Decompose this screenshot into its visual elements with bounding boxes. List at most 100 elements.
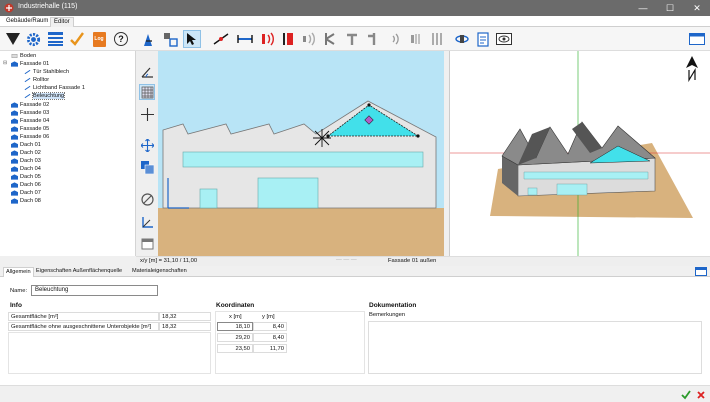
vertex-marker[interactable]	[326, 134, 330, 138]
info-table-body	[8, 332, 211, 374]
coord-x-cell[interactable]: 23,50	[217, 344, 253, 353]
object-tree: ⊟ Boden Fassade 01 Tür Stahlblech Rollto…	[0, 51, 136, 256]
check-icon[interactable]	[68, 30, 86, 48]
t-profile-icon[interactable]	[365, 30, 383, 48]
coord-y-cell[interactable]: 8,40	[253, 322, 287, 331]
filter-icon[interactable]	[4, 30, 22, 48]
tree-item-dach-08[interactable]: Dach 08	[11, 197, 41, 205]
facade-icon	[11, 126, 18, 132]
coord-x-cell[interactable]: 18,10	[217, 322, 253, 331]
expand-toggle[interactable]: ⊟	[3, 60, 7, 66]
remarks-label: Bemerkungen	[369, 312, 406, 318]
tree-item-boden[interactable]: Boden	[11, 52, 36, 60]
log-button[interactable]: Log	[90, 30, 108, 48]
export-icon[interactable]	[139, 235, 155, 251]
dimension-line-icon[interactable]	[236, 30, 254, 48]
tree-item-lichtband[interactable]: Lichtband Fassade 1	[24, 84, 85, 92]
panel-toggle-icon[interactable]	[688, 30, 706, 48]
list-icon[interactable]	[46, 30, 64, 48]
tree-item-dach-04[interactable]: Dach 04	[11, 165, 41, 173]
tree-item-fassade-04[interactable]: Fassade 04	[11, 117, 49, 125]
line-draw-icon[interactable]	[212, 30, 230, 48]
grid-icon[interactable]	[139, 84, 155, 100]
facade-icon	[11, 61, 18, 67]
tree-item-beleuchtung[interactable]: Beleuchtung	[24, 92, 66, 100]
layers-icon[interactable]	[139, 159, 155, 175]
coords-table	[215, 311, 365, 374]
splitter-handle[interactable]: — — —	[336, 257, 357, 263]
minimize-button[interactable]: —	[636, 2, 650, 14]
panel-toggle-icon[interactable]	[695, 267, 707, 276]
coord-x-cell[interactable]: 29,20	[217, 333, 253, 342]
coords-header-y: y [m]	[262, 314, 275, 320]
settings-gear-icon[interactable]	[24, 30, 42, 48]
facade-icon	[11, 134, 18, 140]
tree-item-dach-05[interactable]: Dach 05	[11, 173, 41, 181]
remarks-textarea[interactable]	[368, 321, 702, 374]
tree-item-dach-06[interactable]: Dach 06	[11, 181, 41, 189]
select-cursor-icon[interactable]	[183, 30, 201, 48]
wave-small-icon[interactable]	[387, 30, 405, 48]
tab-gebaeude-raum[interactable]: Gebäude/Raum	[3, 17, 51, 27]
tree-item-dach-03[interactable]: Dach 03	[11, 157, 41, 165]
info-label-cell: Gesamtfläche ohne ausgeschnittene Untero…	[8, 322, 159, 331]
coord-y-cell[interactable]: 8,40	[253, 333, 287, 342]
barrier-icon[interactable]	[321, 30, 339, 48]
move-arrows-icon[interactable]	[139, 137, 155, 153]
tree-item-rolltor[interactable]: Rolltor	[24, 76, 49, 84]
coord-y-cell[interactable]: 11,70	[253, 344, 287, 353]
roof-icon	[11, 150, 18, 156]
tree-item-fassade-01[interactable]: Fassade 01	[11, 60, 49, 68]
tree-item-fassade-03[interactable]: Fassade 03	[11, 109, 49, 117]
vertex-marker[interactable]	[416, 134, 420, 138]
rotate-icon[interactable]	[453, 30, 471, 48]
maximize-button[interactable]: ☐	[663, 2, 677, 14]
tree-item-tuer[interactable]: Tür Stahlblech	[24, 68, 69, 76]
angle-tool-icon[interactable]	[139, 64, 155, 80]
title-bar: Industriehalle (115) — ☐ ✕	[0, 0, 710, 16]
facade-icon	[11, 118, 18, 124]
lines-icon[interactable]	[428, 30, 446, 48]
coords-header-x: x [m]	[229, 314, 242, 320]
view-eye-icon[interactable]	[495, 30, 513, 48]
vertex-marker[interactable]	[367, 103, 371, 107]
help-button[interactable]: ?	[112, 30, 130, 48]
skylight-band-3d	[523, 171, 649, 180]
cancel-x-icon[interactable]	[696, 390, 706, 400]
status-bar: x/y [m] = 31,10 / 11,00 — — — Fassade 01…	[136, 256, 710, 266]
document-icon[interactable]	[474, 30, 492, 48]
beam-icon[interactable]	[343, 30, 361, 48]
name-input[interactable]: Beleuchtung	[31, 285, 158, 296]
tree-item-fassade-06[interactable]: Fassade 06	[11, 133, 49, 141]
tab-eigenschaften[interactable]: Eigenschaften Außenflächenquelle	[34, 267, 124, 277]
model-3d-view[interactable]	[449, 51, 710, 256]
axis-icon[interactable]	[139, 214, 155, 230]
tab-materialeigenschaften[interactable]: Materialeigenschaften	[130, 267, 189, 277]
sound-source-red-icon[interactable]	[259, 30, 277, 48]
tree-item-dach-02[interactable]: Dach 02	[11, 149, 41, 157]
wall-source-icon[interactable]	[279, 30, 297, 48]
tab-editor[interactable]: Editor	[50, 17, 74, 27]
skylight-band	[182, 151, 424, 168]
door-3d	[527, 187, 538, 196]
tree-item-fassade-05[interactable]: Fassade 05	[11, 125, 49, 133]
building-tool-icon[interactable]	[139, 30, 157, 48]
receiver-icon[interactable]	[407, 30, 425, 48]
shape-tool-icon[interactable]	[161, 30, 179, 48]
sound-wave-gray-icon[interactable]	[300, 30, 318, 48]
info-label-cell: Gesamtfläche [m²]	[8, 312, 159, 321]
roof-icon	[11, 174, 18, 180]
tab-allgemein[interactable]: Allgemein	[3, 267, 34, 277]
ground	[158, 208, 444, 256]
close-button[interactable]: ✕	[690, 2, 704, 14]
ok-check-icon[interactable]	[681, 390, 691, 400]
info-value-cell: 18,32	[159, 322, 211, 331]
facade-2d-view[interactable]	[158, 51, 444, 256]
window-title: Industriehalle (115)	[18, 3, 78, 10]
no-entry-icon[interactable]	[139, 191, 155, 207]
tree-item-dach-01[interactable]: Dach 01	[11, 141, 41, 149]
tree-item-dach-07[interactable]: Dach 07	[11, 189, 41, 197]
roof-icon	[11, 142, 18, 148]
crosshair-icon[interactable]	[139, 106, 155, 122]
tree-item-fassade-02[interactable]: Fassade 02	[11, 101, 49, 109]
